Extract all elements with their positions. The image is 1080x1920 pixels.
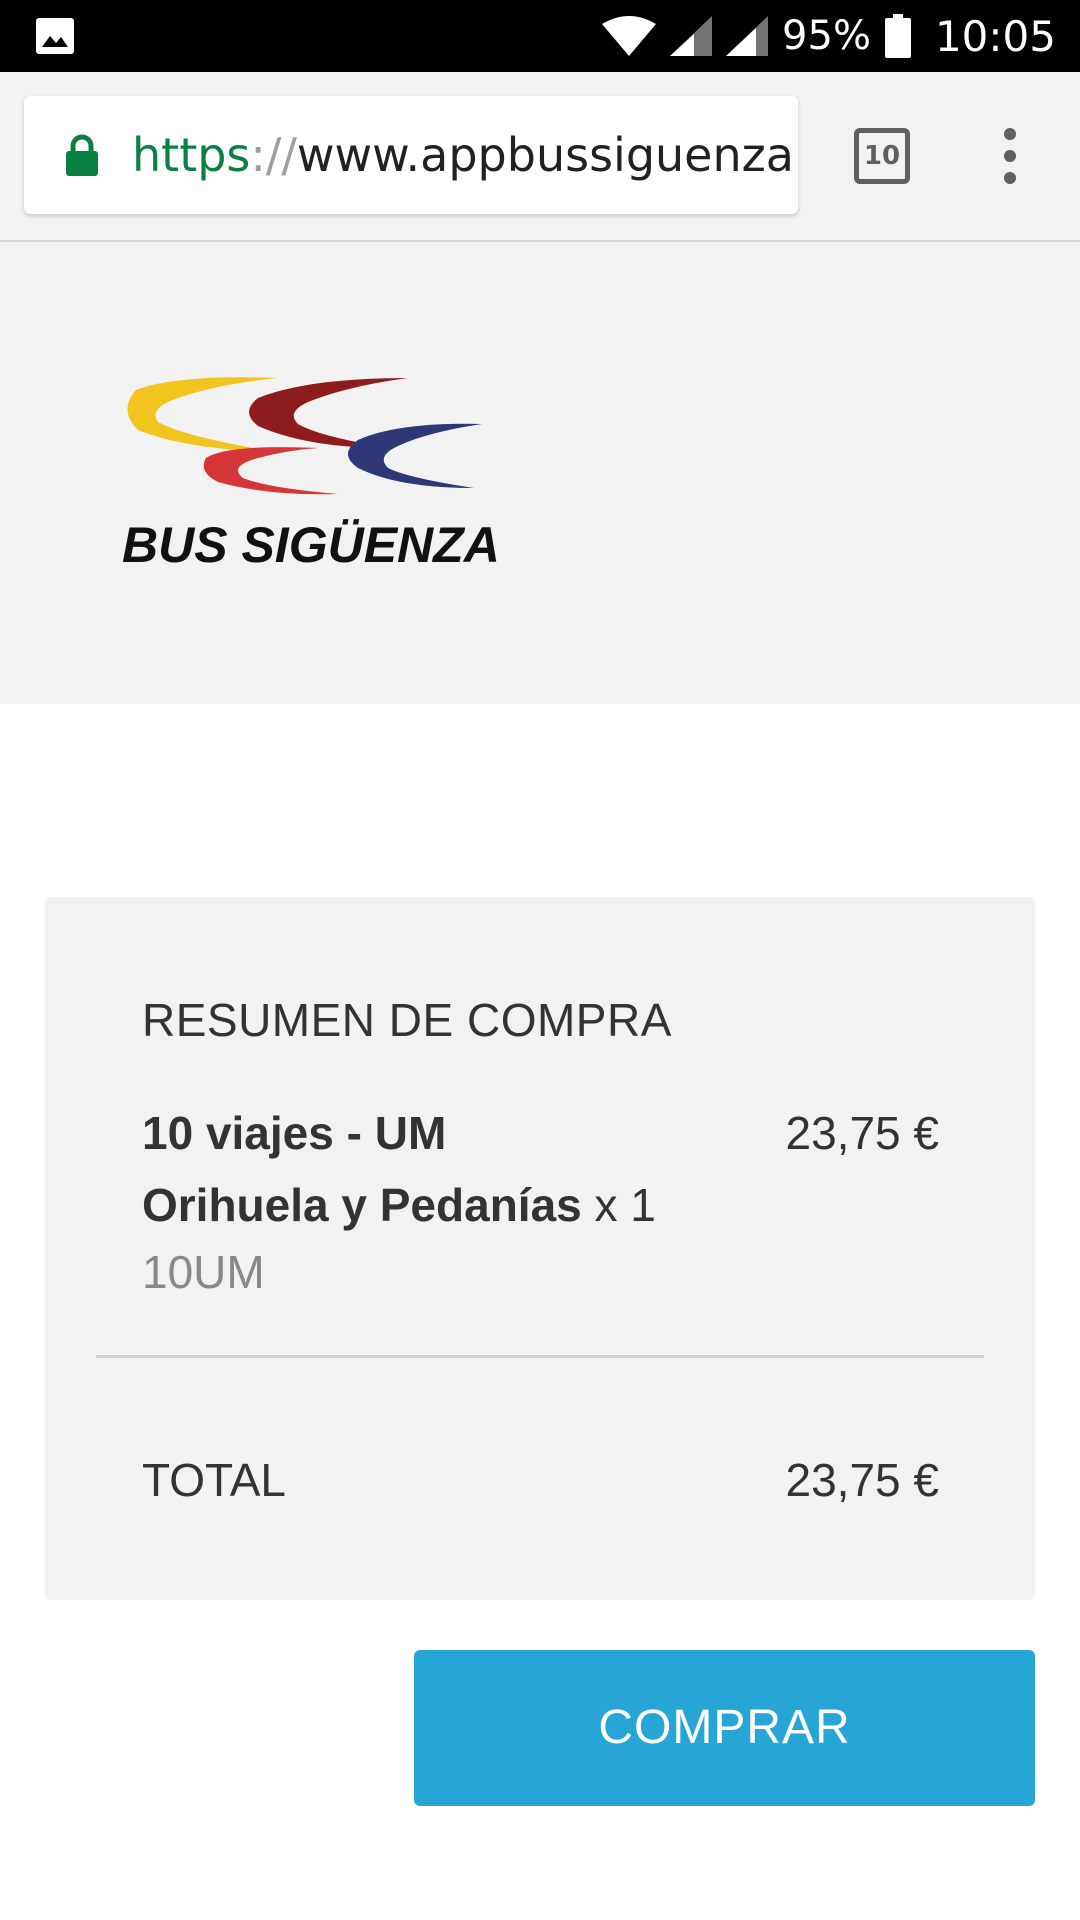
summary-title: RESUMEN DE COMPRA <box>142 994 672 1046</box>
tab-switcher-button[interactable]: 10 <box>854 128 910 184</box>
total-label: TOTAL <box>142 1454 286 1506</box>
battery-icon <box>884 14 911 58</box>
item-name: 10 viajes - UM Orihuela y Pedanías x 1 <box>142 1097 702 1241</box>
signal-icon <box>670 16 713 56</box>
image-icon <box>36 18 74 54</box>
summary-divider <box>96 1355 984 1358</box>
item-code: 10UM <box>142 1246 265 1298</box>
bus-siguenza-logo[interactable]: BUS SIGÜENZA <box>118 370 498 570</box>
logo-wordmark: BUS SIGÜENZA <box>122 517 498 570</box>
item-quantity: x 1 <box>581 1179 656 1231</box>
url-host: www.appbussiguenza.com <box>296 128 792 182</box>
item-name-line2: Orihuela y Pedanías <box>142 1179 582 1231</box>
url-separator: :// <box>250 128 297 182</box>
signal-icon-2 <box>726 16 769 56</box>
url-scheme: https <box>132 128 251 182</box>
address-bar[interactable]: https://www.appbussiguenza.com <box>24 96 798 214</box>
battery-percent: 95% <box>782 13 871 59</box>
more-options-icon[interactable] <box>990 124 1030 188</box>
item-name-line1: 10 viajes - UM <box>142 1107 447 1159</box>
gallery-notification <box>36 18 74 59</box>
status-icons: 95% 10:05 <box>602 0 1056 72</box>
clock: 10:05 <box>934 11 1056 61</box>
url-text[interactable]: https://www.appbussiguenza.com <box>132 96 792 214</box>
lock-icon <box>66 134 98 176</box>
browser-toolbar: https://www.appbussiguenza.com 10 <box>0 72 1080 242</box>
total-value: 23,75 € <box>785 1454 939 1506</box>
buy-button[interactable]: COMPRAR <box>414 1650 1035 1806</box>
purchase-summary-card: RESUMEN DE COMPRA 10 viajes - UM Orihuel… <box>45 897 1035 1600</box>
status-bar: 95% 10:05 <box>0 0 1080 72</box>
site-header: BUS SIGÜENZA <box>0 242 1080 704</box>
item-price: 23,75 € <box>785 1107 939 1159</box>
wifi-icon <box>602 16 657 56</box>
